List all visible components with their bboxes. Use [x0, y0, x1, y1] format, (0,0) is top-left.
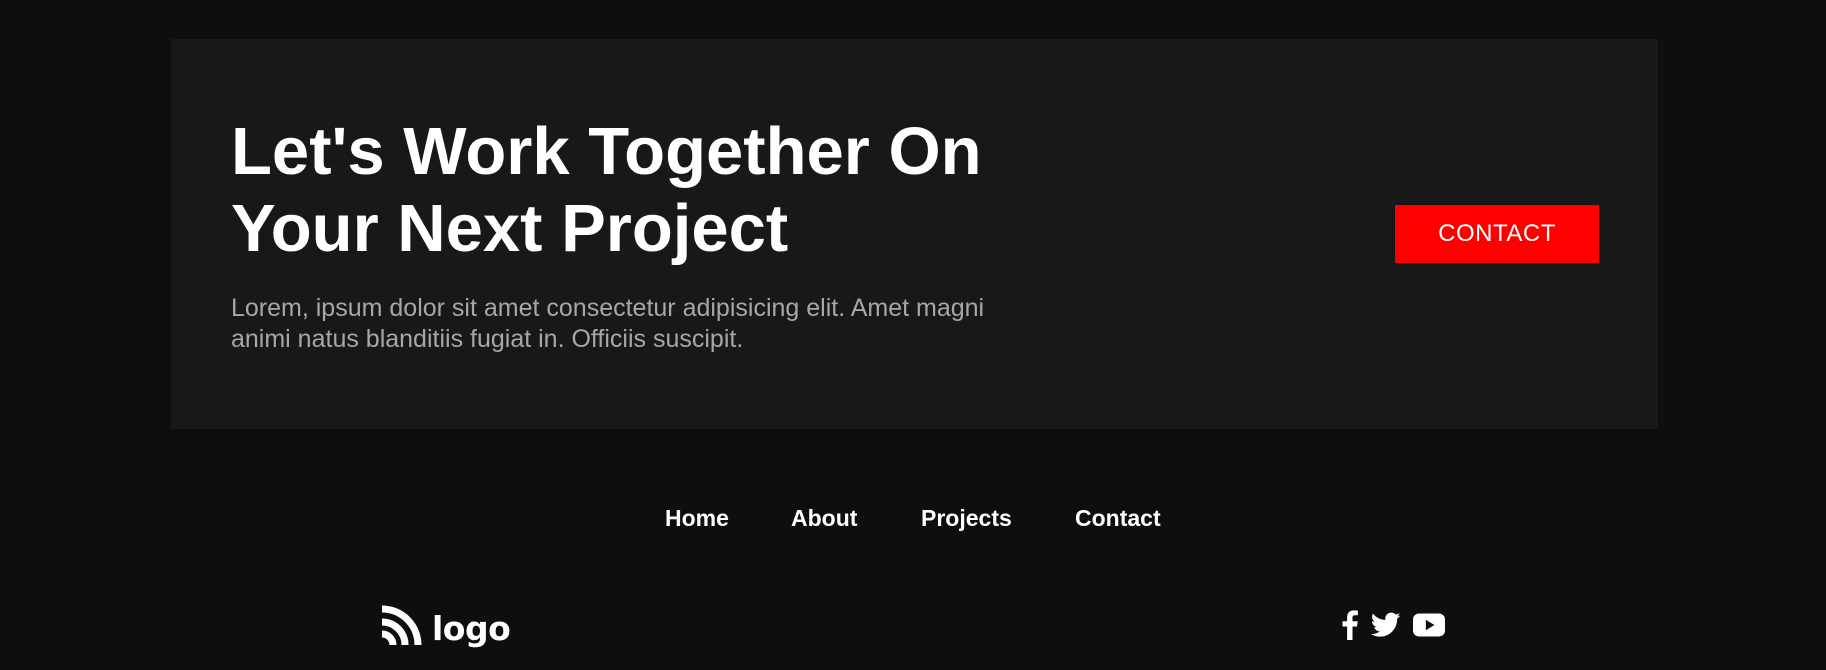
- footer-nav-contact[interactable]: Contact: [1075, 502, 1161, 534]
- cta-description: Lorem, ipsum dolor sit amet consectetur …: [231, 294, 985, 353]
- cta-section: Let's Work Together On Your Next Project…: [171, 39, 1658, 429]
- facebook-icon[interactable]: [1341, 610, 1359, 640]
- twitter-icon[interactable]: [1371, 612, 1401, 638]
- footer-nav-home[interactable]: Home: [665, 502, 729, 534]
- logo-text: logo: [432, 608, 511, 648]
- cta-heading: Let's Work Together On Your Next Project: [231, 114, 982, 266]
- youtube-icon[interactable]: [1413, 612, 1445, 638]
- footer-nav-about[interactable]: About: [791, 502, 857, 534]
- contact-button[interactable]: CONTACT: [1395, 205, 1599, 263]
- footer-nav-projects[interactable]: Projects: [921, 502, 1012, 534]
- footer-logo[interactable]: logo: [378, 603, 511, 654]
- logo-icon: [378, 603, 424, 654]
- social-links: [1341, 607, 1445, 643]
